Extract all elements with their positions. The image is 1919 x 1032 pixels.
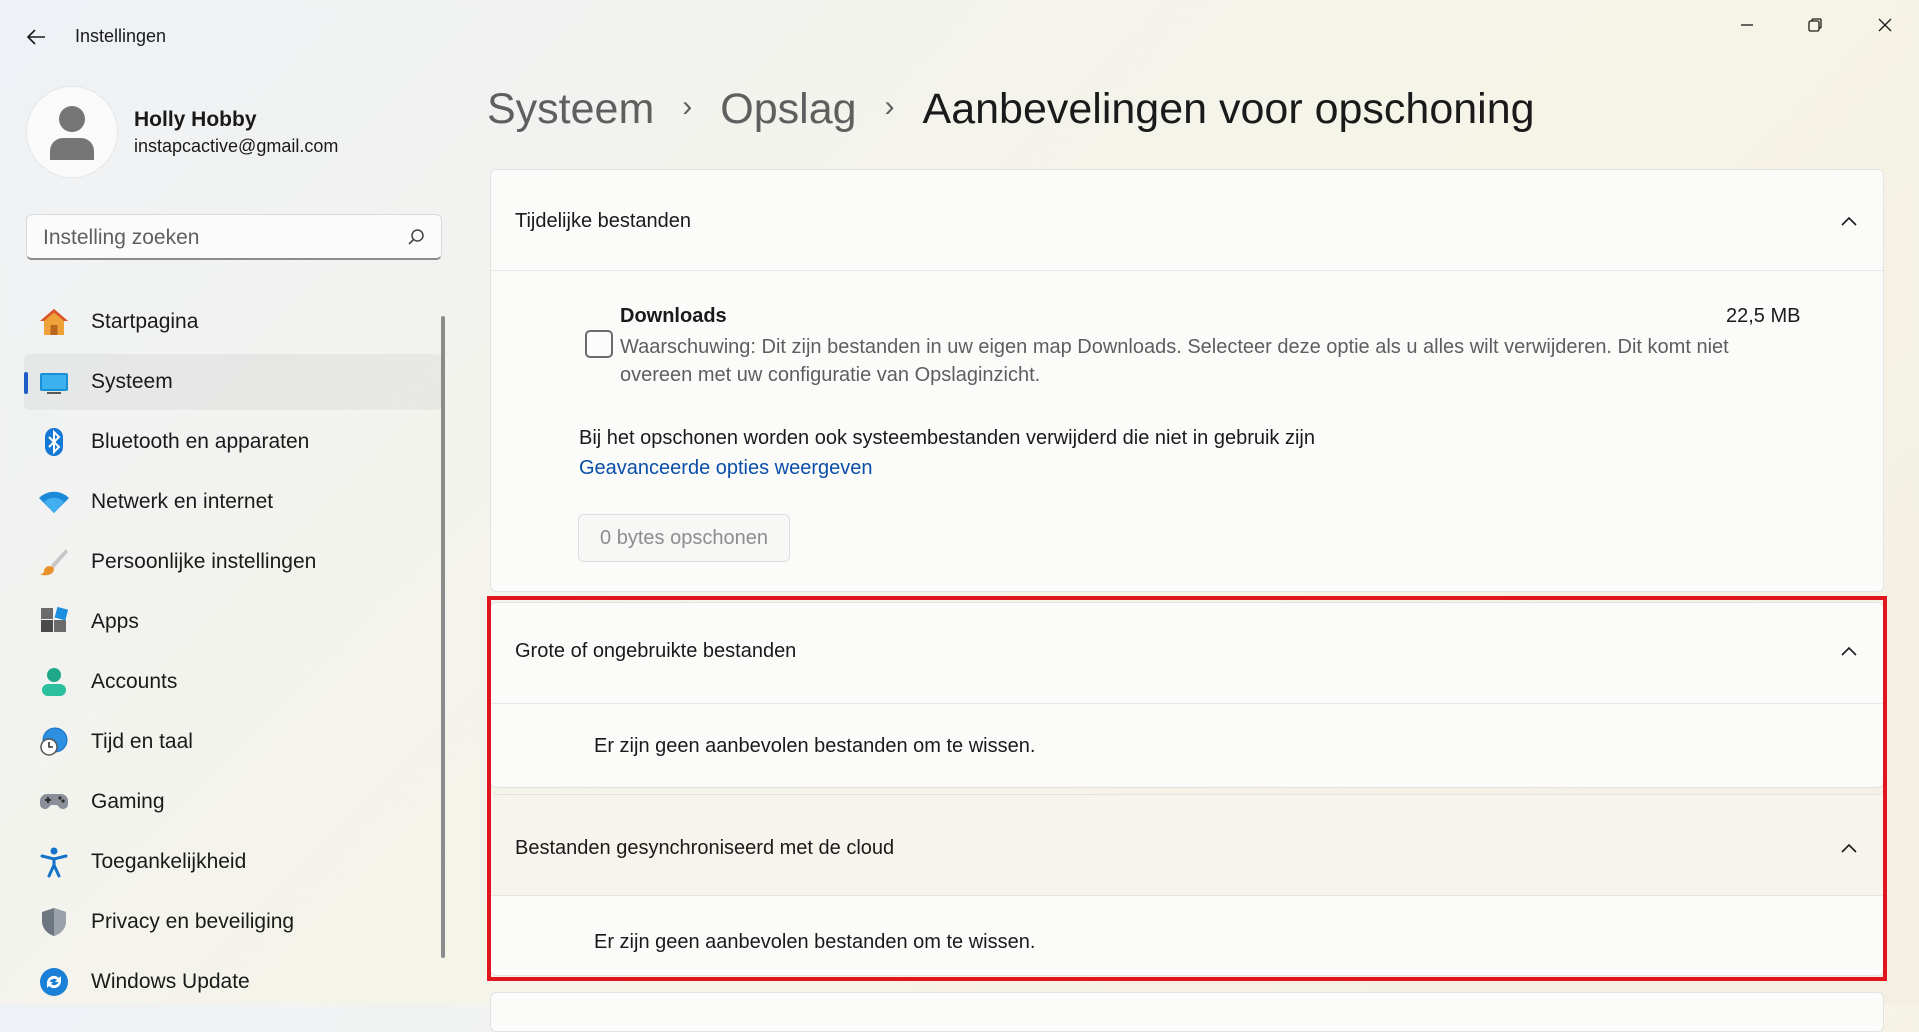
breadcrumb-opslag[interactable]: Opslag bbox=[720, 85, 856, 134]
cloud-files-card: Bestanden gesynchroniseerd met de cloud … bbox=[490, 794, 1884, 976]
large-files-card: Grote of ongebruikte bestanden Er zijn g… bbox=[490, 602, 1884, 788]
search-input[interactable] bbox=[41, 223, 395, 253]
sidebar-item-gaming[interactable]: Gaming bbox=[24, 774, 442, 830]
downloads-title: Downloads bbox=[620, 305, 727, 327]
cloud-files-title: Bestanden gesynchroniseerd met de cloud bbox=[515, 837, 895, 859]
globe-clock-icon bbox=[40, 727, 68, 756]
sidebar-item-persoonlijk[interactable]: Persoonlijke instellingen bbox=[24, 534, 442, 590]
search-icon[interactable] bbox=[407, 228, 425, 246]
sidebar-item-accounts[interactable]: Accounts bbox=[24, 654, 442, 710]
restore-icon bbox=[1808, 18, 1822, 32]
gamepad-icon bbox=[40, 794, 68, 809]
breadcrumb-systeem[interactable]: Systeem bbox=[487, 85, 654, 134]
accounts-icon bbox=[42, 668, 66, 696]
next-card bbox=[490, 992, 1884, 1032]
large-files-title: Grote of ongebruikte bestanden bbox=[515, 640, 797, 662]
breadcrumb: Systeem › Opslag › Aanbevelingen voor op… bbox=[487, 85, 1535, 134]
sidebar-item-label: Privacy en beveiliging bbox=[91, 910, 295, 933]
sidebar-item-bluetooth[interactable]: Bluetooth en apparaten bbox=[24, 414, 442, 470]
downloads-checkbox[interactable] bbox=[585, 330, 613, 358]
downloads-size: 22,5 MB bbox=[1726, 305, 1801, 327]
sidebar-nav: Startpagina Systeem Bluetooth en apparat… bbox=[24, 294, 442, 1014]
user-name: Holly Hobby bbox=[134, 108, 257, 131]
advanced-options-link[interactable]: Geavanceerde opties weergeven bbox=[579, 457, 873, 480]
restore-button[interactable] bbox=[1792, 10, 1838, 40]
sidebar-item-label: Apps bbox=[91, 610, 139, 633]
shield-icon bbox=[42, 908, 66, 936]
sidebar-item-windows-update[interactable]: Windows Update bbox=[24, 954, 442, 1010]
sidebar-item-netwerk[interactable]: Netwerk en internet bbox=[24, 474, 442, 530]
sidebar-item-toegankelijkheid[interactable]: Toegankelijkheid bbox=[24, 834, 442, 890]
sidebar-item-apps[interactable]: Apps bbox=[24, 594, 442, 650]
apps-icon bbox=[41, 606, 69, 632]
minimize-button[interactable] bbox=[1724, 10, 1770, 40]
wifi-icon bbox=[39, 491, 69, 513]
close-icon bbox=[1878, 18, 1892, 32]
system-monitor-icon bbox=[40, 373, 68, 394]
chevron-up-icon[interactable] bbox=[1837, 837, 1861, 861]
home-icon bbox=[40, 309, 68, 335]
cloud-files-empty-message: Er zijn geen aanbevolen bestanden om te … bbox=[594, 931, 1036, 953]
sidebar-item-label: Startpagina bbox=[91, 310, 199, 333]
temp-files-title: Tijdelijke bestanden bbox=[515, 210, 692, 232]
sidebar-item-privacy[interactable]: Privacy en beveiliging bbox=[24, 894, 442, 950]
app-title: Instellingen bbox=[75, 26, 167, 46]
back-arrow-icon bbox=[26, 29, 45, 45]
sidebar-item-label: Accounts bbox=[91, 670, 178, 693]
accessibility-icon bbox=[40, 847, 68, 878]
sidebar-item-startpagina[interactable]: Startpagina bbox=[24, 294, 442, 350]
clean-button[interactable]: 0 bytes opschonen bbox=[578, 514, 790, 562]
close-button[interactable] bbox=[1862, 10, 1908, 40]
large-files-empty-message: Er zijn geen aanbevolen bestanden om te … bbox=[594, 735, 1036, 757]
update-icon bbox=[40, 968, 68, 996]
back-button[interactable] bbox=[18, 22, 54, 52]
minimize-icon bbox=[1741, 24, 1753, 26]
settings-search[interactable] bbox=[26, 214, 442, 260]
cloud-files-header[interactable]: Bestanden gesynchroniseerd met de cloud bbox=[491, 795, 1883, 896]
bluetooth-icon bbox=[45, 428, 63, 456]
title-bar: Instellingen bbox=[0, 0, 1919, 72]
sidebar-scrollbar[interactable] bbox=[441, 316, 445, 958]
chevron-up-icon[interactable] bbox=[1837, 640, 1861, 664]
sidebar-item-label: Systeem bbox=[91, 370, 173, 393]
breadcrumb-separator: › bbox=[682, 89, 693, 123]
sidebar-item-label: Tijd en taal bbox=[91, 730, 193, 753]
temp-files-header[interactable]: Tijdelijke bestanden bbox=[491, 170, 1883, 271]
user-email: instapcactive@gmail.com bbox=[134, 136, 339, 156]
sidebar-item-tijd-taal[interactable]: Tijd en taal bbox=[24, 714, 442, 770]
sidebar-item-label: Bluetooth en apparaten bbox=[91, 430, 310, 453]
sidebar-item-label: Windows Update bbox=[91, 970, 250, 993]
downloads-warning: Waarschuwing: Dit zijn bestanden in uw e… bbox=[620, 336, 1729, 386]
sidebar-item-label: Toegankelijkheid bbox=[91, 850, 247, 873]
sidebar-item-label: Persoonlijke instellingen bbox=[91, 550, 317, 573]
page-title: Aanbevelingen voor opschoning bbox=[922, 85, 1535, 133]
large-files-header[interactable]: Grote of ongebruikte bestanden bbox=[491, 603, 1883, 704]
avatar bbox=[26, 86, 118, 178]
sidebar-item-label: Netwerk en internet bbox=[91, 490, 274, 513]
chevron-up-icon[interactable] bbox=[1837, 210, 1861, 234]
sidebar-item-systeem[interactable]: Systeem bbox=[24, 354, 442, 410]
system-files-note: Bij het opschonen worden ook systeembest… bbox=[579, 427, 1315, 449]
person-icon bbox=[50, 106, 94, 160]
breadcrumb-separator: › bbox=[884, 89, 895, 123]
sidebar-item-label: Gaming bbox=[91, 790, 165, 813]
brush-icon bbox=[40, 549, 68, 576]
